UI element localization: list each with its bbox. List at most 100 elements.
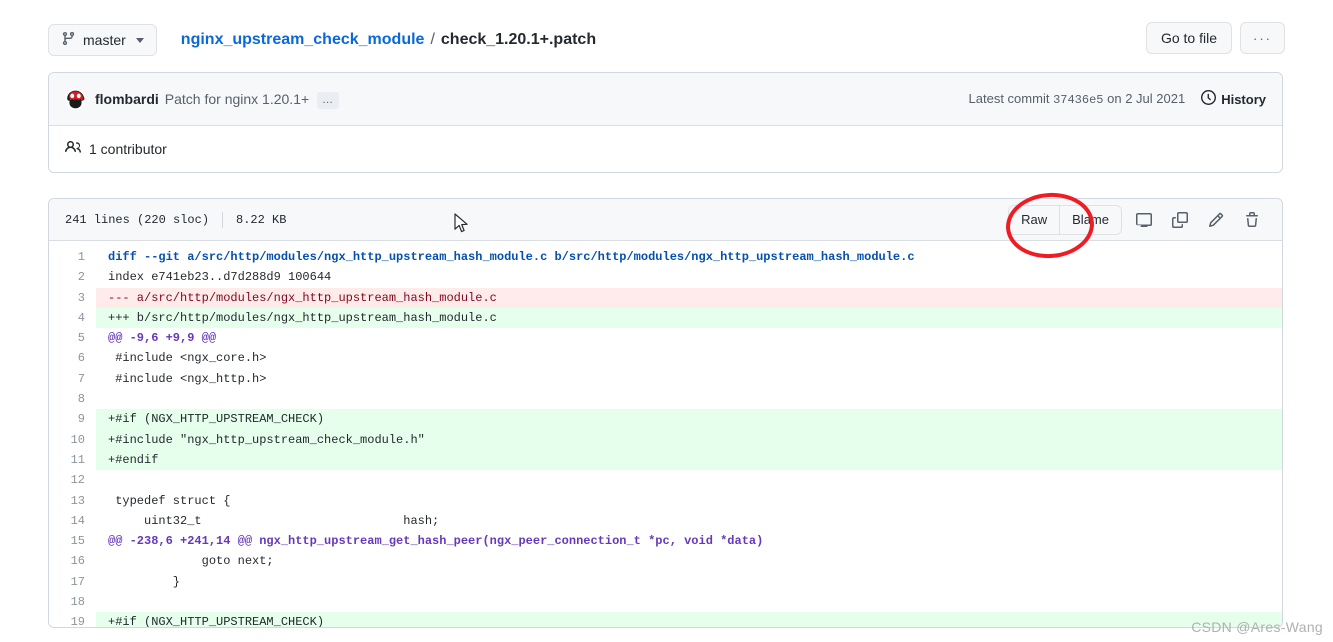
code-line-number[interactable]: 16 xyxy=(49,551,96,571)
breadcrumb-file-name: check_1.20.1+.patch xyxy=(440,31,597,48)
code-line: 3 --- a/src/http/modules/ngx_http_upstrea… xyxy=(49,287,1282,308)
code-line-number[interactable]: 9 xyxy=(49,409,96,429)
code-line: 6 #include <ngx_core.h> xyxy=(49,348,1282,368)
file-actions: Raw Blame xyxy=(1008,204,1266,235)
file-meta: 241 lines (220 sloc) 8.22 KB xyxy=(65,211,287,228)
code-line-text: typedef struct { xyxy=(108,493,231,508)
file-header-bar: master nginx_upstream_check_module / che… xyxy=(48,20,1285,60)
history-link[interactable]: History xyxy=(1201,90,1266,108)
commit-message-link[interactable]: Patch for nginx 1.20.1+ xyxy=(165,91,309,107)
code-line-number[interactable]: 5 xyxy=(49,328,96,348)
commit-sha-link[interactable]: 37436e5 xyxy=(1053,93,1103,107)
code-line-number[interactable]: 1 xyxy=(49,247,96,267)
commit-author-link[interactable]: flombardi xyxy=(95,91,159,107)
code-line: 5 @@ -9,6 +9,9 @@ xyxy=(49,328,1282,348)
blame-button[interactable]: Blame xyxy=(1059,205,1121,234)
contributors-row: 1 contributor xyxy=(49,126,1282,172)
code-line-number[interactable]: 4 xyxy=(49,308,96,328)
code-line: 8 xyxy=(49,389,1282,409)
pencil-icon[interactable] xyxy=(1202,206,1230,234)
code-line-text: @@ -9,6 +9,9 @@ xyxy=(108,331,217,346)
branch-name-label: master xyxy=(83,32,126,48)
code-line-text: +++ b/src/http/modules/ngx_http_upstream… xyxy=(96,307,1282,329)
code-line: 17 } xyxy=(49,572,1282,592)
code-line-number[interactable]: 6 xyxy=(49,348,96,368)
code-line-text: } xyxy=(108,574,181,589)
code-line: 10 +#include "ngx_http_upstream_check_mod… xyxy=(49,429,1282,450)
file-header-actions: Go to file ··· xyxy=(1145,22,1285,54)
breadcrumb: nginx_upstream_check_module / check_1.20… xyxy=(181,31,596,49)
history-label: History xyxy=(1221,91,1266,107)
contributors-label[interactable]: 1 contributor xyxy=(89,141,167,157)
commit-meta: Latest commit 37436e5 on 2 Jul 2021 Hist… xyxy=(969,90,1266,108)
code-line-text: #include <ngx_http.h> xyxy=(108,371,267,386)
trash-icon[interactable] xyxy=(1238,206,1266,234)
latest-commit-card: flombardi Patch for nginx 1.20.1+ … Late… xyxy=(48,72,1283,173)
code-line-number[interactable]: 15 xyxy=(49,531,96,551)
code-line: 2 index e741eb23..d7d288d9 100644 xyxy=(49,267,1282,287)
code-line-text: +#endif xyxy=(96,449,1282,471)
copy-icon[interactable] xyxy=(1166,206,1194,234)
commit-expand-button[interactable]: … xyxy=(317,91,340,109)
code-line-text: uint32_t hash; xyxy=(108,513,440,528)
csdn-watermark: CSDN @Ares-Wang xyxy=(1191,619,1323,635)
more-options-button[interactable]: ··· xyxy=(1240,22,1285,54)
go-to-file-button[interactable]: Go to file xyxy=(1145,22,1232,54)
file-content-card: 241 lines (220 sloc) 8.22 KB Raw Blame 1… xyxy=(48,198,1283,628)
code-line-text: --- a/src/http/modules/ngx_http_upstream… xyxy=(96,287,1282,308)
code-line: 9 +#if (NGX_HTTP_UPSTREAM_CHECK) xyxy=(49,409,1282,430)
code-line-number[interactable]: 14 xyxy=(49,511,96,531)
code-line-number[interactable]: 10 xyxy=(49,430,96,450)
code-line: 11 +#endif xyxy=(49,449,1282,471)
code-line-number[interactable]: 13 xyxy=(49,491,96,511)
code-line-text: goto next; xyxy=(108,554,274,569)
code-line: 18 xyxy=(49,592,1282,612)
open-in-desktop-icon[interactable] xyxy=(1130,206,1158,234)
meta-divider xyxy=(222,211,224,228)
file-size-label: 8.22 KB xyxy=(236,212,287,227)
code-line-number[interactable]: 8 xyxy=(49,389,96,409)
people-icon xyxy=(65,139,81,160)
code-line: 13 typedef struct { xyxy=(49,491,1282,511)
code-line: 4 +++ b/src/http/modules/ngx_http_upstrea… xyxy=(49,307,1282,329)
code-line: 16 goto next; xyxy=(49,551,1282,571)
code-line: 15 @@ -238,6 +241,14 @@ ngx_http_upstream… xyxy=(49,531,1282,551)
flombardi-avatar[interactable] xyxy=(65,88,86,110)
code-line: 14 uint32_t hash; xyxy=(49,511,1282,531)
branch-selector-button[interactable]: master xyxy=(48,24,157,56)
code-line: 19 +#if (NGX_HTTP_UPSTREAM_CHECK) xyxy=(49,612,1282,627)
raw-button[interactable]: Raw xyxy=(1009,205,1060,234)
code-line: 1 diff --git a/src/http/modules/ngx_http_… xyxy=(49,247,1282,267)
code-line-number[interactable]: 7 xyxy=(49,369,96,389)
code-line-number[interactable]: 2 xyxy=(49,267,96,287)
code-line-number[interactable]: 18 xyxy=(49,592,96,612)
raw-blame-button-group: Raw Blame xyxy=(1008,204,1122,235)
latest-commit-info: Latest commit 37436e5 on 2 Jul 2021 xyxy=(969,91,1186,107)
code-line-text: #include <ngx_core.h> xyxy=(108,351,267,366)
file-code-content: 1 diff --git a/src/http/modules/ngx_http_… xyxy=(49,241,1282,627)
code-line-number[interactable]: 11 xyxy=(49,450,96,470)
file-lines-label: 241 lines (220 sloc) xyxy=(65,212,210,227)
code-line: 7 #include <ngx_http.h> xyxy=(49,369,1282,389)
code-line-number[interactable]: 3 xyxy=(49,288,96,308)
code-line-text: +#include "ngx_http_upstream_check_modul… xyxy=(96,429,1282,450)
breadcrumb-repo-link[interactable]: nginx_upstream_check_module xyxy=(181,31,425,49)
code-line-number[interactable]: 17 xyxy=(49,572,96,592)
code-line-text: diff --git a/src/http/modules/ngx_http_u… xyxy=(108,250,915,264)
github-file-view-page: master nginx_upstream_check_module / che… xyxy=(0,0,1333,642)
code-line-number[interactable]: 12 xyxy=(49,470,96,490)
latest-commit-row: flombardi Patch for nginx 1.20.1+ … Late… xyxy=(49,73,1282,126)
code-line-text: index e741eb23..d7d288d9 100644 xyxy=(108,270,332,285)
latest-commit-prefix: Latest commit xyxy=(968,91,1050,106)
code-line-text: +#if (NGX_HTTP_UPSTREAM_CHECK) xyxy=(96,409,1282,430)
breadcrumb-separator: / xyxy=(430,31,435,48)
code-line-number[interactable]: 19 xyxy=(49,612,96,627)
code-line: 12 xyxy=(49,470,1282,490)
code-line-text: +#if (NGX_HTTP_UPSTREAM_CHECK) xyxy=(96,612,1282,627)
clock-icon xyxy=(1201,90,1217,108)
commit-date: on 2 Jul 2021 xyxy=(1107,91,1186,106)
file-toolbar: 241 lines (220 sloc) 8.22 KB Raw Blame xyxy=(49,199,1282,241)
